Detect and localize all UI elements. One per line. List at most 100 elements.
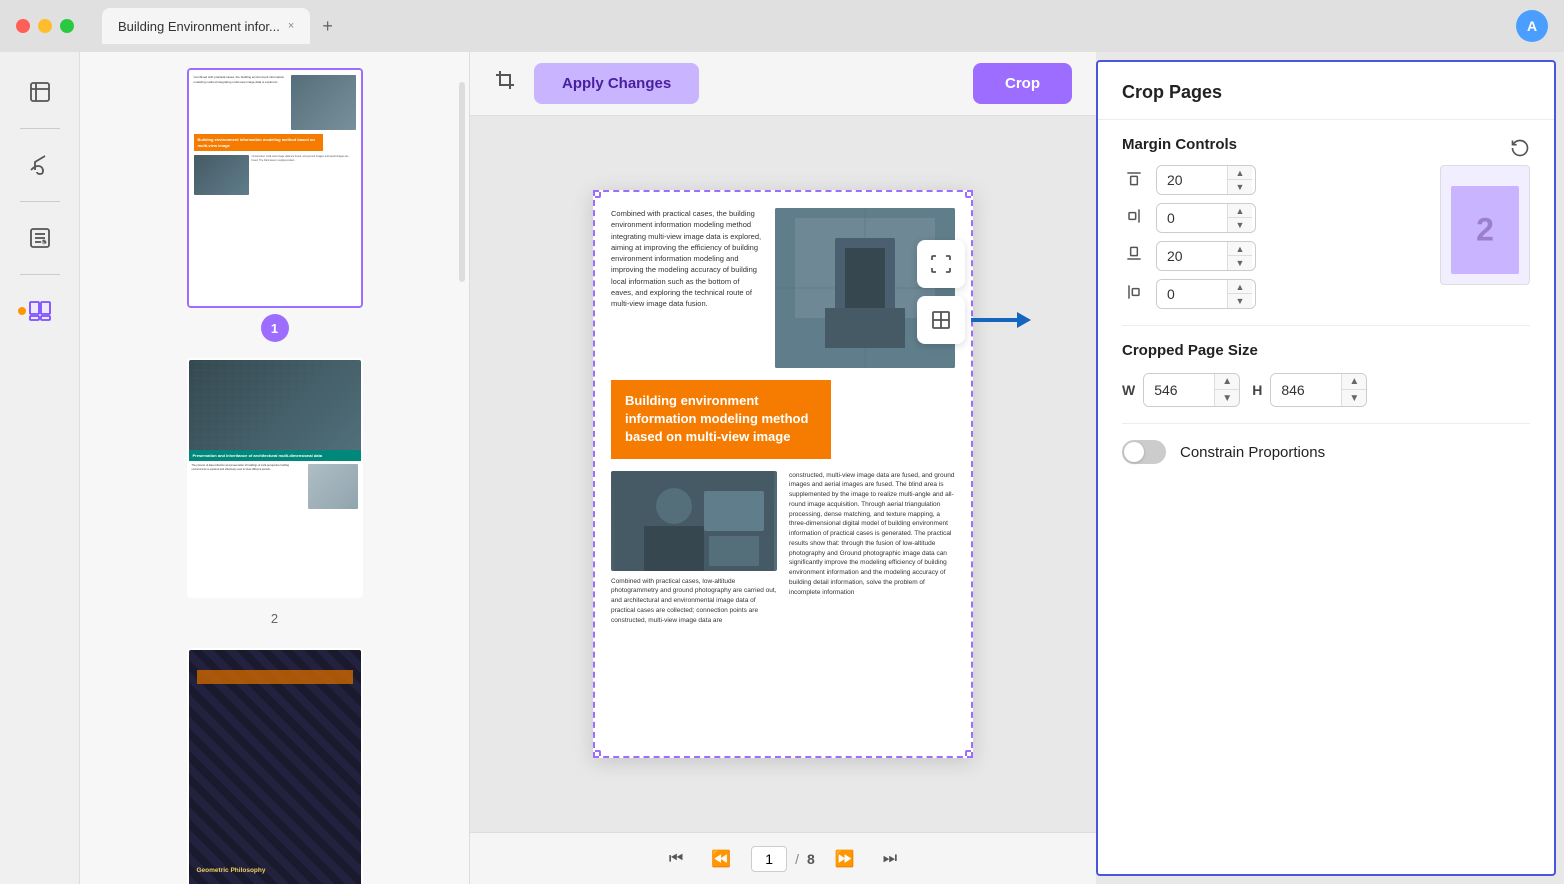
tab-close-btn[interactable]: × [288,20,294,32]
page-size-title: Cropped Page Size [1122,342,1530,359]
crop-button[interactable]: Crop [973,63,1072,104]
margin-bottom-input-wrapper: ▲ ▼ [1156,241,1256,271]
close-window-btn[interactable] [16,19,30,33]
margin-left-icon [1122,282,1146,307]
margin-left-up[interactable]: ▲ [1228,280,1252,294]
page-info: / 8 [751,846,815,872]
last-page-btn[interactable]: ⏭ [875,846,905,872]
bottom-right-text: constructed, multi-view image data are f… [789,471,955,598]
content-area: Apply Changes Crop Combined with prac [470,52,1096,884]
icon-sidebar [0,52,80,884]
margin-preview-number: 2 [1476,212,1494,249]
total-pages: 8 [807,851,815,867]
thumb-card-1[interactable]: Combined with practical cases, the build… [187,68,363,308]
bottom-right-col: constructed, multi-view image data are f… [789,471,955,626]
sidebar-item-edit[interactable] [16,214,64,262]
corner-handle-br[interactable] [965,750,973,758]
margin-controls-section: Margin Controls [1098,120,1554,325]
thumb-card-2[interactable]: Preservation and inheritance of architec… [187,358,363,598]
thumb-card-3[interactable]: Geometric Philosophy [187,648,363,884]
page-view: Combined with practical cases, the build… [470,116,1096,832]
thumbnail-item-2[interactable]: Preservation and inheritance of architec… [80,358,469,632]
margin-left-input[interactable] [1157,280,1227,308]
page-size-inputs: W ▲ ▼ H ▲ ▼ [1122,373,1530,407]
margin-right-up[interactable]: ▲ [1228,204,1252,218]
arrow-indicator [971,312,1031,328]
add-tab-btn[interactable]: + [314,12,341,41]
orange-title-box: Building environment information modelin… [611,380,831,459]
divider [20,201,60,202]
thumb-label-1: 1 [261,314,289,342]
margin-top-input[interactable] [1157,166,1227,194]
main-area: Combined with practical cases, the build… [0,52,1564,884]
apply-changes-button[interactable]: Apply Changes [534,63,699,104]
prev-page-btn[interactable]: ⏪ [703,845,739,873]
margin-bottom-spinners: ▲ ▼ [1227,242,1252,270]
active-tab[interactable]: Building Environment infor... × [102,8,310,44]
right-panel-title: Crop Pages [1098,62,1554,120]
maximize-window-btn[interactable] [60,19,74,33]
margin-reset-btn[interactable] [1510,138,1530,163]
height-input[interactable] [1271,374,1341,406]
bottom-left-col: Combined with practical cases, low-altit… [611,471,777,626]
minimize-window-btn[interactable] [38,19,52,33]
fit-page-btn[interactable] [917,240,965,288]
corner-handle-tl[interactable] [593,190,601,198]
margin-right-input-wrapper: ▲ ▼ [1156,203,1256,233]
tab-label: Building Environment infor... [118,19,280,34]
constrain-toggle[interactable] [1122,440,1166,464]
toolbar-crop-icon [494,69,518,99]
width-input[interactable] [1144,374,1214,406]
margin-inputs: ▲ ▼ [1122,165,1424,309]
margin-section-header: Margin Controls [1122,136,1530,165]
bottom-section: Combined with practical cases, low-altit… [611,471,955,626]
width-down[interactable]: ▼ [1215,390,1239,406]
page-slash: / [795,851,799,867]
margin-right-input[interactable] [1157,204,1227,232]
corner-handle-bl[interactable] [593,750,601,758]
margin-left-down[interactable]: ▼ [1228,294,1252,308]
width-up[interactable]: ▲ [1215,374,1239,390]
title-bar: Building Environment infor... × + A [0,0,1564,52]
margin-top-up[interactable]: ▲ [1228,166,1252,180]
margin-left-input-wrapper: ▲ ▼ [1156,279,1256,309]
toggle-knob [1124,442,1144,462]
width-spinners: ▲ ▼ [1214,374,1239,406]
margin-bottom-up[interactable]: ▲ [1228,242,1252,256]
active-indicator [18,307,26,315]
thumbnail-item-1[interactable]: Combined with practical cases, the build… [80,68,469,342]
margin-bottom-down[interactable]: ▼ [1228,256,1252,270]
margin-top-down[interactable]: ▼ [1228,180,1252,194]
sidebar-item-pages[interactable] [16,287,64,335]
crop-align-btn[interactable] [917,296,965,344]
toolbar: Apply Changes Crop [470,52,1096,116]
thumb-label-2: 2 [261,604,289,632]
width-label: W [1122,382,1135,398]
margin-right-down[interactable]: ▼ [1228,218,1252,232]
margin-controls-body: ▲ ▼ [1122,165,1530,309]
margin-right-spinners: ▲ ▼ [1227,204,1252,232]
margin-top-icon [1122,168,1146,193]
margin-top-input-wrapper: ▲ ▼ [1156,165,1256,195]
traffic-lights [16,19,74,33]
scrollbar[interactable] [459,82,465,282]
margin-controls-title: Margin Controls [1122,136,1237,153]
sidebar-item-brush[interactable] [16,141,64,189]
thumbnail-panel: Combined with practical cases, the build… [80,52,470,884]
margin-bottom-input[interactable] [1157,242,1227,270]
height-spinners: ▲ ▼ [1341,374,1366,406]
thumbnail-item-3[interactable]: Geometric Philosophy 3 [80,648,469,884]
first-page-btn[interactable]: ⏮ [661,846,691,872]
height-up[interactable]: ▲ [1342,374,1366,390]
current-page-input[interactable] [751,846,787,872]
corner-handle-tr[interactable] [965,190,973,198]
margin-right-row: ▲ ▼ [1122,203,1424,233]
intro-text: Combined with practical cases, the build… [611,208,763,368]
bottom-left-text: Combined with practical cases, low-altit… [611,577,777,626]
sidebar-item-book[interactable] [16,68,64,116]
height-down[interactable]: ▼ [1342,390,1366,406]
divider [20,128,60,129]
width-input-wrapper: ▲ ▼ [1143,373,1240,407]
next-page-btn[interactable]: ⏩ [827,845,863,873]
margin-left-row: ▲ ▼ [1122,279,1424,309]
